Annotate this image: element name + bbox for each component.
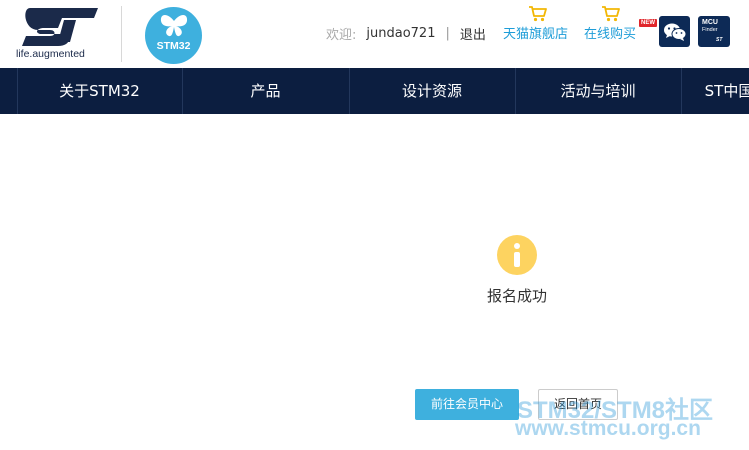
mcu-finder-line1: MCU — [702, 19, 718, 26]
nav-item-about-stm32[interactable]: 关于STM32 — [17, 68, 182, 114]
username-link[interactable]: jundao721 — [366, 26, 435, 41]
mcu-finder-st-logo: ST — [716, 37, 723, 43]
tmall-shop-link[interactable]: 天猫旗舰店 — [503, 5, 575, 45]
shopping-cart-icon — [529, 6, 547, 22]
nav-item-products[interactable]: 产品 — [182, 68, 349, 114]
go-member-center-button[interactable]: 前往会员中心 — [415, 389, 519, 420]
logo-tagline: life.augmented — [16, 48, 85, 60]
success-message: 报名成功 — [486, 287, 547, 305]
logo-divider — [121, 6, 122, 62]
nav-item-design-resources[interactable]: 设计资源 — [349, 68, 515, 114]
shopping-cart-icon — [602, 6, 620, 22]
nav-item-st-china[interactable]: ST中国 — [681, 68, 749, 114]
online-shop-link[interactable]: NEW 在线购买 — [584, 5, 657, 45]
user-bar-separator: | — [445, 25, 450, 41]
tmall-shop-label: 天猫旗舰店 — [503, 27, 569, 42]
info-icon — [497, 235, 537, 275]
stm32-logo[interactable]: STM32 — [145, 7, 202, 64]
main-nav: 关于STM32 产品 设计资源 活动与培训 ST中国 — [0, 68, 749, 114]
welcome-label: 欢迎: — [326, 27, 357, 43]
st-logo-icon — [22, 8, 98, 46]
wechat-button[interactable] — [659, 16, 690, 47]
user-bar: 欢迎: jundao721 | 退出 — [326, 24, 486, 43]
wechat-icon — [664, 23, 687, 41]
site-header: life.augmented STM32 欢迎: jundao721 | 退出 … — [0, 0, 749, 68]
mcu-finder-button[interactable]: MCU Finder ST — [698, 16, 730, 47]
watermark-line2: www.stmcu.org.cn — [515, 417, 701, 440]
logout-link[interactable]: 退出 — [460, 24, 486, 43]
new-badge: NEW — [639, 19, 657, 27]
online-shop-label: 在线购买 — [584, 27, 637, 42]
st-logo[interactable]: life.augmented — [16, 4, 100, 62]
nav-item-events-training[interactable]: 活动与培训 — [515, 68, 681, 114]
stm32-logo-text: STM32 — [156, 40, 191, 52]
mcu-finder-line2: Finder — [702, 27, 718, 33]
butterfly-icon — [160, 15, 188, 37]
